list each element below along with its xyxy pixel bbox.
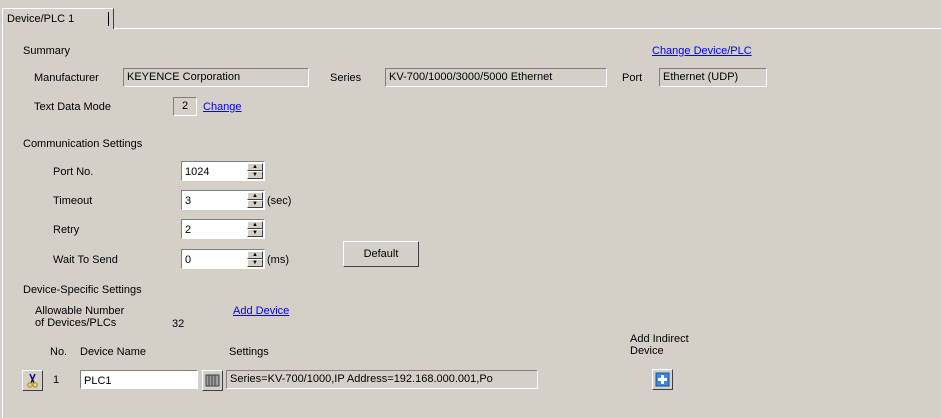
port-no-spinner[interactable]: ▲ ▼ — [181, 161, 265, 181]
tab-device-plc-1[interactable]: Device/PLC 1 — [2, 8, 114, 29]
port-no-down-button[interactable]: ▼ — [247, 171, 263, 179]
text-data-mode-label: Text Data Mode — [34, 101, 112, 113]
retry-spinner[interactable]: ▲ ▼ — [181, 219, 265, 239]
device-settings-field: Series=KV-700/1000,IP Address=192.168.00… — [226, 370, 538, 389]
series-label: Series — [330, 72, 362, 84]
timeout-input[interactable] — [183, 192, 245, 208]
change-device-plc-link[interactable]: Change Device/PLC — [652, 45, 752, 57]
timeout-down-button[interactable]: ▼ — [247, 200, 263, 208]
summary-heading: Summary — [23, 45, 71, 57]
allowable-number-line1: Allowable Number — [35, 305, 125, 317]
text-data-mode-field: 2 — [173, 97, 197, 116]
wait-to-send-down-button[interactable]: ▼ — [247, 259, 263, 267]
column-settings-header: Settings — [229, 346, 269, 358]
wait-to-send-up-button[interactable]: ▲ — [247, 251, 263, 259]
allowable-number-value: 32 — [172, 318, 185, 330]
device-specific-settings-heading: Device-Specific Settings — [23, 284, 142, 296]
tab-separator — [108, 12, 109, 26]
port-no-input[interactable] — [183, 163, 245, 179]
retry-up-button[interactable]: ▲ — [247, 221, 263, 229]
series-field: KV-700/1000/3000/5000 Ethernet — [385, 68, 607, 87]
add-device-link[interactable]: Add Device — [233, 305, 289, 317]
timeout-up-button[interactable]: ▲ — [247, 192, 263, 200]
cut-device-button[interactable] — [22, 370, 43, 391]
add-indirect-device-button[interactable] — [652, 369, 673, 390]
default-button[interactable]: Default — [343, 241, 419, 267]
port-field: Ethernet (UDP) — [659, 68, 767, 87]
column-add-indirect-header: Add Indirect Device — [630, 333, 689, 357]
manufacturer-label: Manufacturer — [34, 72, 99, 84]
device-row-number: 1 — [53, 374, 60, 386]
wait-to-send-unit: (ms) — [267, 254, 289, 266]
port-no-up-button[interactable]: ▲ — [247, 163, 263, 171]
add-indirect-line1: Add Indirect — [630, 333, 689, 345]
column-device-name-header: Device Name — [80, 346, 147, 358]
change-text-mode-link[interactable]: Change — [203, 101, 242, 113]
device-name-input[interactable] — [80, 370, 198, 389]
communication-settings-heading: Communication Settings — [23, 138, 143, 150]
allowable-number-line2: of Devices/PLCs — [35, 317, 117, 329]
tab-label: Device/PLC 1 — [7, 13, 75, 25]
add-indirect-line2: Device — [630, 345, 664, 357]
wait-to-send-label: Wait To Send — [53, 254, 118, 266]
device-settings-button[interactable] — [202, 370, 223, 391]
settings-grid-icon — [205, 374, 220, 387]
retry-down-button[interactable]: ▼ — [247, 229, 263, 237]
retry-input[interactable] — [183, 221, 245, 237]
timeout-spinner[interactable]: ▲ ▼ — [181, 190, 265, 210]
retry-label: Retry — [53, 224, 80, 236]
timeout-unit: (sec) — [267, 195, 292, 207]
add-plus-icon — [655, 372, 670, 387]
wait-to-send-input[interactable] — [183, 251, 245, 267]
timeout-label: Timeout — [53, 195, 93, 207]
manufacturer-field: KEYENCE Corporation — [123, 68, 309, 87]
port-no-label: Port No. — [53, 166, 94, 178]
column-no-header: No. — [50, 346, 68, 358]
scissors-icon — [27, 373, 38, 388]
allowable-number-label: Allowable Number of Devices/PLCs — [35, 305, 124, 329]
wait-to-send-spinner[interactable]: ▲ ▼ — [181, 249, 265, 269]
port-label: Port — [622, 72, 643, 84]
